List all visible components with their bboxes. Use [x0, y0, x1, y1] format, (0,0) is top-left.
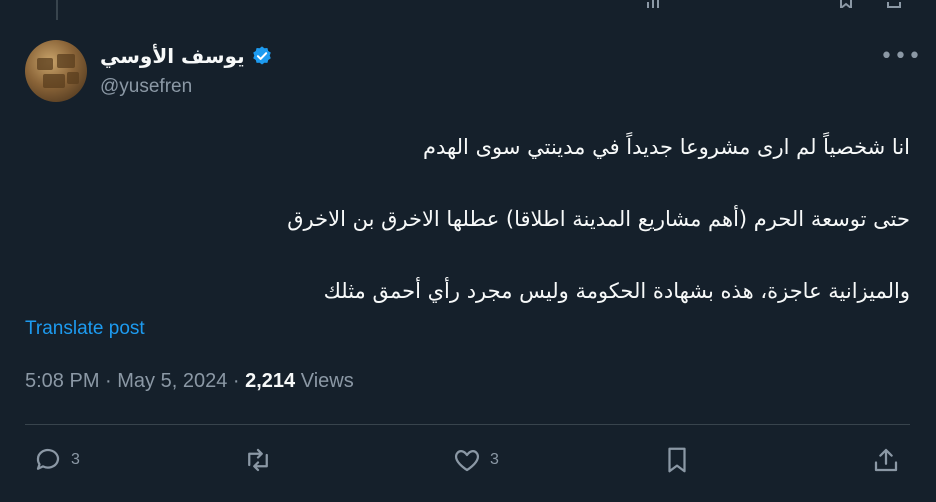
reply-icon [36, 448, 60, 470]
retweet-icon [248, 448, 268, 472]
verified-badge-icon [252, 46, 271, 65]
tweet-text: انا شخصياً لم ارى مشروعا جديداً في مدينت… [50, 128, 910, 344]
like-icon [454, 450, 480, 472]
tweet-line: حتى توسعة الحرم (أهم مشاريع المدينة اطلا… [287, 207, 910, 231]
like-button[interactable]: 3 [452, 445, 499, 475]
share-icon[interactable] [886, 0, 902, 8]
reply-count: 3 [71, 451, 80, 468]
author-display-name[interactable]: يوسف الأوسي [100, 44, 245, 68]
separator-dot: · [105, 370, 118, 392]
views-count: 2,214 [245, 370, 296, 392]
previous-post-action-bar [0, 0, 936, 8]
bookmark-button[interactable] [662, 445, 692, 475]
avatar[interactable] [25, 40, 87, 102]
tweet-date[interactable]: May 5, 2024 [117, 370, 227, 392]
views-label: Views [300, 370, 354, 392]
more-icon[interactable]: ••• [880, 44, 922, 69]
divider [25, 424, 910, 425]
tweet-line: انا شخصياً لم ارى مشروعا جديداً في مدينت… [422, 135, 910, 159]
reply-button[interactable]: 3 [33, 445, 80, 475]
author-handle[interactable]: @yusefren [100, 76, 192, 98]
retweet-button[interactable] [243, 445, 273, 475]
separator-dot: · [232, 370, 246, 392]
views-icon[interactable] [645, 0, 661, 8]
tweet-metadata: 5:08 PM · May 5, 2024 · 2,214 Views [25, 370, 354, 393]
tweet-time[interactable]: 5:08 PM [25, 370, 99, 392]
bookmark-icon [668, 447, 686, 473]
like-count: 3 [490, 451, 499, 468]
author-name-row[interactable]: يوسف الأوسي [100, 44, 273, 68]
tweet-line: والميزانية عاجزة، هذه بشهادة الحكومة ولي… [323, 279, 910, 303]
bookmark-icon[interactable] [838, 0, 854, 8]
action-bar: 3 3 [0, 445, 936, 485]
share-icon [874, 448, 898, 472]
share-button[interactable] [871, 445, 901, 475]
translate-post-link[interactable]: Translate post [25, 318, 145, 340]
